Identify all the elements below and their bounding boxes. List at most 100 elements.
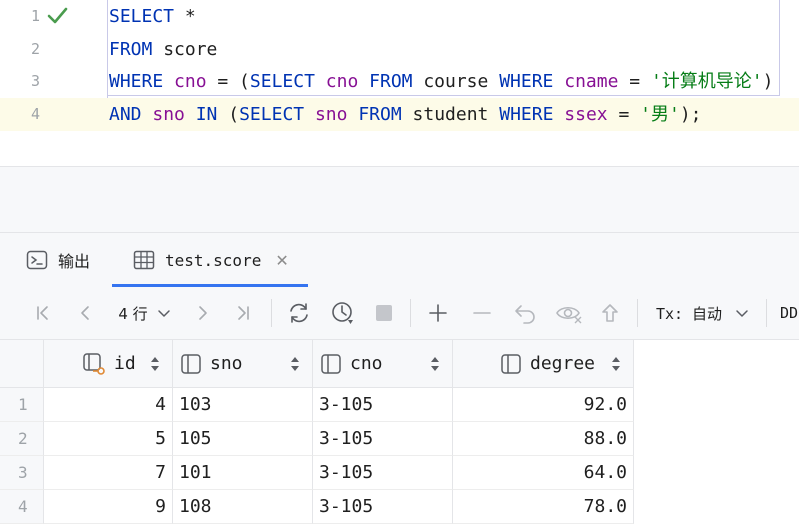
column-name: degree [530,353,596,374]
previous-page-button[interactable] [72,287,98,339]
code-token: = ( [206,71,250,92]
cell-degree[interactable]: 88.0 [453,422,634,456]
check-icon[interactable] [46,6,68,26]
code-token: '男' [640,104,680,125]
result-grid[interactable]: id sno cno degree 1 4 103 3-105 92.0 2 5… [0,340,799,532]
code-token: * [174,6,196,27]
code-token: ) [762,71,774,92]
editor-line[interactable]: 1 SELECT * [0,0,799,33]
column-header-degree[interactable]: degree [453,340,634,388]
row-number[interactable]: 1 [0,388,44,422]
chevron-right-icon [199,306,207,320]
next-page-button[interactable] [190,287,216,339]
submit-button[interactable] [596,287,624,339]
editor-line[interactable]: 3 WHERE cno = (SELECT cno FROM course WH… [0,65,799,98]
sort-icon[interactable] [290,355,300,373]
refresh-icon [290,303,308,323]
tab-test-score[interactable]: test.score ✕ [133,233,289,287]
row-number[interactable]: 2 [0,422,44,456]
stop-icon [376,305,392,321]
code-line: FROM score [109,33,217,66]
column-header-id[interactable]: id [44,340,173,388]
chevron-left-icon [81,306,89,320]
chevron-down-icon [736,310,748,317]
cell-cno[interactable]: 3-105 [313,422,453,456]
code-token: WHERE [499,104,554,125]
code-token: score [152,39,218,60]
editor-line[interactable]: 2 FROM score [0,33,799,66]
code-token: SELECT [249,71,315,92]
sort-icon[interactable] [611,355,621,373]
transaction-mode-label: Tx: 自动 [655,304,723,323]
cell-degree[interactable]: 92.0 [453,388,634,422]
revert-button[interactable] [511,287,539,339]
history-button[interactable] [328,287,358,339]
editor-line-current[interactable]: 4 AND sno IN (SELECT sno FROM student WH… [0,98,799,131]
add-row-button[interactable] [424,287,452,339]
code-token: WHERE [109,71,164,92]
cell-id[interactable]: 9 [44,490,173,524]
code-token: course [412,71,500,92]
sql-editor[interactable]: 1 SELECT * 2 FROM score 3 WHERE cno = (S… [0,0,799,135]
close-icon[interactable]: ✕ [275,251,288,270]
minus-icon [473,312,491,314]
tab-output-label: 输出 [58,252,91,271]
last-page-button[interactable] [230,287,256,339]
tab-output[interactable]: 输出 [26,233,90,287]
refresh-button[interactable] [284,287,314,339]
column-header-sno[interactable]: sno [173,340,313,388]
toolbar-separator [766,299,767,327]
ddl-button[interactable]: DD [780,287,799,339]
code-token: student [401,104,500,125]
sort-icon[interactable] [430,355,440,373]
eye-icon [556,306,582,324]
cell-id[interactable]: 5 [44,422,173,456]
column-icon [181,353,201,374]
result-toolbar: 4 行 Tx: 自动 DD [0,287,799,340]
grid-corner[interactable] [0,340,44,388]
toolbar-separator [637,299,638,327]
sort-icon[interactable] [150,355,160,373]
cell-cno[interactable]: 3-105 [313,490,453,524]
stop-button[interactable] [370,287,398,339]
column-name: cno [350,353,383,374]
cell-sno[interactable]: 105 [173,422,313,456]
cell-id[interactable]: 7 [44,456,173,490]
plus-icon [429,304,447,322]
row-number[interactable]: 3 [0,456,44,490]
first-page-button[interactable] [30,287,56,339]
cell-id[interactable]: 4 [44,388,173,422]
cell-degree[interactable]: 78.0 [453,490,634,524]
result-tabs: 输出 test.score ✕ [0,232,799,288]
code-token: IN [195,104,218,125]
table-icon [133,250,155,270]
cell-sno[interactable]: 108 [173,490,313,524]
tab-test-score-label: test.score [165,250,262,270]
transaction-mode-dropdown[interactable]: Tx: 自动 [655,287,751,339]
code-line: WHERE cno = (SELECT cno FROM course WHER… [109,65,773,98]
column-header-cno[interactable]: cno [313,340,453,388]
line-number: 4 [30,105,40,123]
cell-cno[interactable]: 3-105 [313,456,453,490]
view-button[interactable] [553,287,585,339]
arrow-up-icon [602,304,618,322]
code-line: AND sno IN (SELECT sno FROM student WHER… [109,98,702,131]
code-token: SELECT [109,6,175,27]
cell-degree[interactable]: 64.0 [453,456,634,490]
delete-row-button[interactable] [468,287,496,339]
row-number[interactable]: 4 [0,490,44,524]
code-token: sno [314,104,348,125]
rows-count-label: 4 行 [118,304,148,323]
code-token: ); [679,104,702,125]
line-number: 2 [30,40,40,58]
cell-sno[interactable]: 103 [173,388,313,422]
code-token: ( [217,104,240,125]
page-size-dropdown[interactable]: 4 行 [112,287,178,339]
cell-cno[interactable]: 3-105 [313,388,453,422]
cell-sno[interactable]: 101 [173,456,313,490]
